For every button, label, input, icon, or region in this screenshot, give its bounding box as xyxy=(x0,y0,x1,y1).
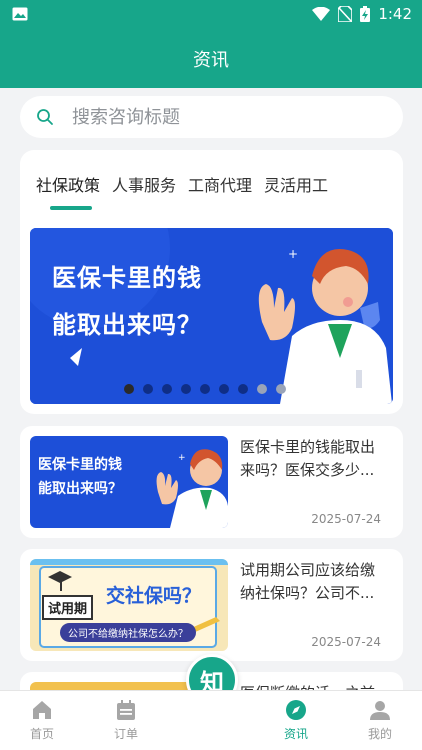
battery-charging-icon xyxy=(360,6,371,22)
active-tab-indicator xyxy=(50,206,93,210)
tab-hr-services[interactable]: 人事服务 xyxy=(112,172,176,196)
article-date: 2025-07-24 xyxy=(311,512,381,526)
thumbnail-title-line2: 能取出来吗？ xyxy=(38,481,122,497)
banner-carousel[interactable]: + 医保卡里的钱 能取出来吗？ xyxy=(30,228,393,404)
carousel-dot[interactable] xyxy=(219,384,229,394)
nav-item-profile[interactable]: 我的 xyxy=(350,699,410,742)
banner-title: 医保卡里的钱 能取出来吗？ xyxy=(46,258,208,340)
nav-label: 订单 xyxy=(113,727,138,741)
wifi-icon xyxy=(312,7,331,21)
svg-text:+: + xyxy=(288,247,298,261)
tab-label: 灵活用工 xyxy=(264,176,329,195)
page-title: 资讯 xyxy=(193,50,229,71)
news-card: 社保政策 人事服务 工商代理 灵活用工 + 医保卡里的钱 能取出来吗？ xyxy=(20,150,403,414)
carousel-indicators xyxy=(124,384,286,394)
nav-item-home[interactable]: 首页 xyxy=(12,699,72,742)
bottom-nav: 首页 订单 资讯 我的 xyxy=(0,690,422,750)
search-bar[interactable] xyxy=(20,96,403,138)
tab-flexible-employment[interactable]: 灵活用工 xyxy=(264,172,328,196)
list-item[interactable]: + 医保卡里的钱 能取出来吗？ 医保卡里的钱能取出来吗？医保交多少... 202… xyxy=(20,426,403,538)
status-bar: 1:42 xyxy=(0,0,422,30)
nav-item-news[interactable]: 资讯 xyxy=(266,699,326,742)
article-thumbnail: + 医保卡里的钱 能取出来吗？ xyxy=(30,436,228,528)
home-icon xyxy=(33,701,51,719)
thumbnail-heading: 交社保吗？ xyxy=(106,585,202,607)
tab-label: 工商代理 xyxy=(188,176,253,195)
nav-item-orders[interactable]: 订单 xyxy=(96,699,156,742)
tab-label: 社保政策 xyxy=(36,176,101,195)
thumbnail-tag: 试用期 xyxy=(42,595,94,620)
carousel-dot[interactable] xyxy=(276,384,286,394)
order-icon xyxy=(117,700,135,720)
banner-title-line2: 能取出来吗？ xyxy=(52,311,202,339)
thumbnail-title-line1: 医保卡里的钱 xyxy=(38,457,122,473)
no-sim-icon xyxy=(338,6,353,22)
carousel-dot[interactable] xyxy=(124,384,134,394)
carousel-dot[interactable] xyxy=(200,384,210,394)
carousel-dot[interactable] xyxy=(257,384,267,394)
user-icon xyxy=(370,701,390,720)
tab-social-security-policy[interactable]: 社保政策 xyxy=(36,172,101,210)
article-title: 试用期公司应该给缴纳社保吗？公司不... xyxy=(240,561,376,602)
svg-text:+: + xyxy=(178,453,186,463)
thumbnail-subtitle: 公司不给缴纳社保怎么办？ xyxy=(60,623,196,642)
image-notification-icon xyxy=(12,7,28,21)
tab-label: 人事服务 xyxy=(112,176,177,195)
search-icon xyxy=(37,109,53,125)
category-tabs: 社保政策 人事服务 工商代理 灵活用工 xyxy=(36,172,328,210)
nav-label: 我的 xyxy=(367,727,392,741)
search-input[interactable] xyxy=(72,106,372,128)
article-title: 医保卡里的钱能取出来吗？医保交多少... xyxy=(240,438,376,479)
carousel-dot[interactable] xyxy=(238,384,248,394)
nav-label: 首页 xyxy=(29,727,54,741)
carousel-dot[interactable] xyxy=(143,384,153,394)
clock: 1:42 xyxy=(378,5,412,23)
article-thumbnail: 试用期 交社保吗？ 公司不给缴纳社保怎么办？ xyxy=(30,559,228,651)
compass-icon xyxy=(286,700,306,720)
page-header: 资讯 xyxy=(0,30,422,88)
article-date: 2025-07-24 xyxy=(311,635,381,649)
carousel-dot[interactable] xyxy=(181,384,191,394)
list-item[interactable]: 试用期 交社保吗？ 公司不给缴纳社保怎么办？ 试用期公司应该给缴纳社保吗？公司不… xyxy=(20,549,403,661)
carousel-dot[interactable] xyxy=(162,384,172,394)
thumbnail-title: 医保卡里的钱 能取出来吗？ xyxy=(38,454,122,498)
tab-business-agency[interactable]: 工商代理 xyxy=(188,172,252,196)
banner-title-line1: 医保卡里的钱 xyxy=(52,264,202,292)
nav-label: 资讯 xyxy=(283,727,308,741)
